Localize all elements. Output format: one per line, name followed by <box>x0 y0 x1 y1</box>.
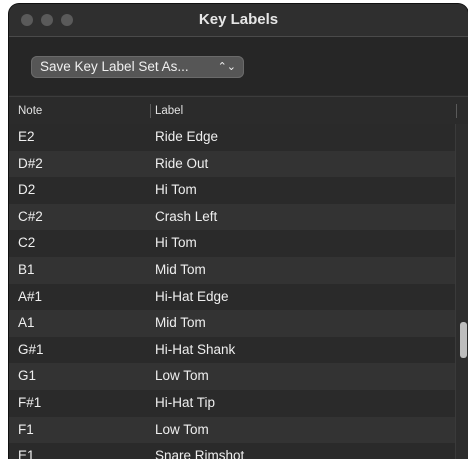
column-divider[interactable] <box>150 104 151 118</box>
column-divider[interactable] <box>456 104 457 118</box>
table-row[interactable]: D#2 Ride Out <box>9 150 456 178</box>
note-cell: G#1 <box>18 341 44 357</box>
label-cell[interactable]: Low Tom <box>155 422 209 437</box>
note-cell: B1 <box>18 261 35 277</box>
chevron-updown-icon: ⌃⌄ <box>217 61 236 73</box>
table-row[interactable]: E1 Snare Rimshot <box>9 443 456 459</box>
note-cell: E1 <box>18 448 35 459</box>
table-row[interactable]: F#1 Hi-Hat Tip <box>9 389 456 417</box>
label-cell[interactable]: Ride Edge <box>155 129 218 144</box>
label-cell[interactable]: Crash Left <box>155 209 217 224</box>
table-row[interactable]: F1 Low Tom <box>9 416 456 444</box>
note-cell: E2 <box>18 129 35 144</box>
scrollbar-thumb[interactable] <box>460 322 467 358</box>
table-row[interactable]: B1 Mid Tom <box>9 256 456 284</box>
note-cell: A1 <box>18 315 35 331</box>
vertical-scrollbar[interactable] <box>455 124 468 459</box>
table-row[interactable]: G1 Low Tom <box>9 363 456 390</box>
label-cell[interactable]: Ride Out <box>155 156 208 171</box>
table-row[interactable]: C2 Hi Tom <box>9 230 456 257</box>
note-cell: G1 <box>18 368 37 384</box>
table-row[interactable]: C#2 Crash Left <box>9 203 456 231</box>
table-row[interactable]: D2 Hi Tom <box>9 177 456 204</box>
key-labels-window: Key Labels Save Key Label Set As... ⌃⌄ N… <box>9 4 468 459</box>
window-title: Key Labels <box>198 11 279 28</box>
label-cell[interactable]: Hi-Hat Shank <box>155 342 235 357</box>
table-row[interactable]: A1 Mid Tom <box>9 310 456 337</box>
note-cell: A#1 <box>18 288 43 304</box>
note-cell: D#2 <box>18 155 43 171</box>
note-cell: F#1 <box>18 394 42 410</box>
column-header-label[interactable]: Label <box>155 105 183 117</box>
label-cell[interactable]: Snare Rimshot <box>155 448 244 459</box>
label-cell[interactable]: Hi-Hat Edge <box>155 289 229 304</box>
save-key-label-set-popup[interactable]: Save Key Label Set As... ⌃⌄ <box>31 56 244 78</box>
key-label-table: E2 Ride Edge D#2 Ride Out D2 Hi Tom C#2 Crash L… <box>9 124 456 459</box>
table-row[interactable]: G#1 Hi-Hat Shank <box>9 336 456 364</box>
title-bar[interactable]: Key Labels <box>9 4 468 37</box>
note-cell: F1 <box>18 421 34 437</box>
note-cell: D2 <box>18 182 36 198</box>
label-cell[interactable]: Low Tom <box>155 368 209 383</box>
toolbar: Save Key Label Set As... ⌃⌄ <box>9 37 468 95</box>
table-header: Note Label <box>9 96 468 125</box>
label-cell[interactable]: Hi Tom <box>155 182 197 197</box>
label-cell[interactable]: Hi Tom <box>155 235 197 250</box>
label-cell[interactable]: Hi-Hat Tip <box>155 395 215 410</box>
column-header-note[interactable]: Note <box>18 105 42 117</box>
popup-label: Save Key Label Set As... <box>40 59 189 74</box>
note-cell: C#2 <box>18 208 43 224</box>
label-cell[interactable]: Mid Tom <box>155 262 206 277</box>
table-row[interactable]: E2 Ride Edge <box>9 124 456 151</box>
note-cell: C2 <box>18 235 36 251</box>
table-row[interactable]: A#1 Hi-Hat Edge <box>9 283 456 311</box>
label-cell[interactable]: Mid Tom <box>155 315 206 330</box>
